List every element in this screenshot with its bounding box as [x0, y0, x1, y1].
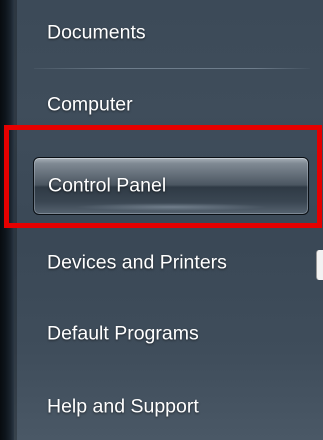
- menu-item-label: Devices and Printers: [47, 251, 227, 274]
- menu-item-label: Control Panel: [48, 174, 167, 197]
- menu-item-label: Computer: [47, 93, 133, 116]
- menu-item-control-panel[interactable]: Control Panel: [33, 157, 309, 215]
- menu-separator: [34, 68, 310, 69]
- menu-item-computer[interactable]: Computer: [33, 76, 309, 134]
- menu-item-devices-and-printers[interactable]: Devices and Printers: [33, 234, 309, 292]
- menu-item-label: Documents: [47, 21, 146, 44]
- start-menu-right-pane: [14, 0, 323, 440]
- left-pane-edge: [0, 0, 14, 440]
- menu-item-label: Default Programs: [47, 322, 199, 345]
- menu-item-label: Help and Support: [47, 395, 199, 418]
- menu-item-documents[interactable]: Documents: [33, 4, 309, 62]
- submenu-edge: [316, 250, 323, 280]
- menu-item-default-programs[interactable]: Default Programs: [33, 305, 309, 363]
- menu-item-help-and-support[interactable]: Help and Support: [33, 378, 309, 436]
